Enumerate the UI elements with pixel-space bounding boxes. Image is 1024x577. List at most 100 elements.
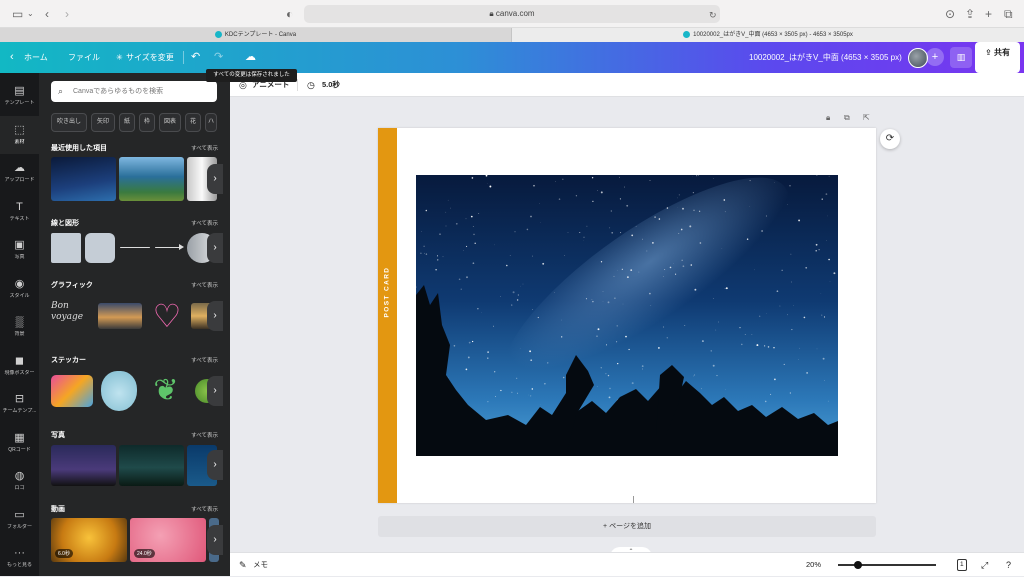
video-thumbnail-droplets[interactable]: 24.0秒	[130, 518, 206, 562]
search-input[interactable]: ⌕ Canvaであらゆるものを検索	[51, 81, 217, 102]
file-menu-button[interactable]: ファイル	[68, 42, 100, 73]
rail-item-elements[interactable]: ⬚素材	[0, 116, 39, 154]
photo-thumbnail-night[interactable]	[51, 445, 116, 486]
browser-tab-2[interactable]: 10020002_はがきV_中面 (4653 × 3505 px) - 4653…	[512, 28, 1024, 42]
category-chip[interactable]: ハ	[205, 113, 217, 132]
rail-item-background[interactable]: ▒背景	[0, 308, 39, 346]
lock-icon[interactable]: 🔒︎	[826, 113, 830, 123]
scroll-right-arrow[interactable]: ›	[207, 450, 223, 480]
see-all-shapes-link[interactable]: すべて表示	[191, 219, 218, 227]
rail-item-label: 素材	[0, 139, 39, 146]
star	[609, 228, 610, 229]
new-tab-icon[interactable]: +	[985, 7, 992, 21]
scroll-right-arrow[interactable]: ›	[207, 233, 223, 263]
category-chip[interactable]: 枠	[139, 113, 155, 132]
home-button[interactable]: ホーム	[24, 42, 48, 73]
graphic-sunset[interactable]	[98, 303, 142, 329]
star	[651, 305, 652, 306]
download-icon[interactable]: ⊙	[945, 7, 955, 21]
rail-item-logo[interactable]: ◍ロゴ	[0, 462, 39, 500]
postcard-label[interactable]: POST CARD	[384, 296, 391, 318]
shape-line[interactable]	[120, 247, 150, 248]
duration-button[interactable]: 5.0秒	[322, 73, 340, 97]
zoom-slider-knob[interactable]	[854, 561, 862, 569]
shape-square[interactable]	[51, 233, 81, 263]
star	[650, 180, 651, 181]
rail-item-team-template[interactable]: ⊟チームテンプ...	[0, 385, 39, 423]
zoom-slider[interactable]	[838, 564, 936, 566]
rail-item-folder[interactable]: ▭フォルダー	[0, 501, 39, 539]
address-bar[interactable]: 🔒︎ canva.com	[304, 5, 720, 23]
star	[701, 388, 702, 389]
page-count-button[interactable]: 1	[957, 559, 967, 571]
category-chip[interactable]: 矢印	[91, 113, 115, 132]
avatar[interactable]	[908, 48, 928, 68]
category-chip[interactable]: 図表	[159, 113, 181, 132]
category-chip[interactable]: 紙	[119, 113, 135, 132]
resize-button[interactable]: サイズを変更	[126, 42, 174, 73]
recent-thumbnail-starry-sky[interactable]	[51, 157, 116, 201]
rail-item-photo[interactable]: ▣写真	[0, 231, 39, 269]
photo-thumbnail-moon[interactable]	[119, 445, 184, 486]
rail-item-style[interactable]: ◉スタイル	[0, 270, 39, 308]
star	[530, 216, 532, 218]
see-all-photos-link[interactable]: すべて表示	[191, 431, 218, 439]
graphic-bon-voyage[interactable]: Bon voyage	[51, 301, 95, 331]
rail-item-upload[interactable]: ☁アップロード	[0, 154, 39, 192]
sticker-photos[interactable]	[51, 375, 93, 407]
see-all-videos-link[interactable]: すべて表示	[191, 505, 218, 513]
scroll-right-arrow[interactable]: ›	[207, 376, 223, 406]
star	[421, 231, 422, 232]
insights-icon[interactable]: ▥	[950, 47, 972, 68]
scroll-right-arrow[interactable]: ›	[207, 164, 223, 194]
video-thumbnail-flame[interactable]: 6.0秒	[51, 518, 127, 562]
star	[652, 242, 654, 244]
shape-rounded-square[interactable]	[85, 233, 115, 263]
category-chip[interactable]: 花	[185, 113, 201, 132]
add-page-icon[interactable]: ⇱	[863, 113, 870, 122]
tab-overview-icon[interactable]: ⧉	[1004, 7, 1013, 21]
undo-icon[interactable]: ↶	[191, 42, 200, 73]
scroll-right-arrow[interactable]: ›	[207, 525, 223, 555]
rail-item-app[interactable]: ◼現像ポスター	[0, 347, 39, 385]
category-chip[interactable]: 吹き出し	[51, 113, 87, 132]
fullscreen-icon[interactable]: ⤢	[981, 553, 988, 577]
add-page-button[interactable]: + ページを追加	[378, 516, 876, 537]
rail-item-text[interactable]: Tテキスト	[0, 193, 39, 231]
forward-icon[interactable]: ›	[65, 7, 69, 21]
star	[693, 192, 694, 193]
document-title[interactable]: 10020002_はがきV_中面 (4653 × 3505 px)	[749, 42, 902, 73]
sticker-ornament[interactable]	[101, 371, 137, 411]
see-all-recent-link[interactable]: すべて表示	[191, 144, 218, 152]
scroll-right-arrow[interactable]: ›	[207, 301, 223, 331]
share-page-icon[interactable]: ⇪	[965, 7, 975, 21]
zoom-level-label[interactable]: 20%	[806, 553, 821, 577]
notes-button[interactable]: メモ	[253, 553, 268, 577]
help-icon[interactable]: ?	[1006, 553, 1011, 577]
privacy-shield-icon[interactable]: ◐	[286, 7, 293, 21]
rail-item-qr-code[interactable]: ▦QRコード	[0, 424, 39, 462]
chevron-down-icon[interactable]: ⌄	[27, 7, 34, 21]
add-collaborator-icon[interactable]: +	[926, 48, 944, 66]
leaf-branch-icon[interactable]: ❦	[145, 371, 187, 411]
shape-arrow-line[interactable]	[155, 247, 181, 248]
postcard-stripe[interactable]: POST CARD	[378, 128, 397, 503]
rail-item-more[interactable]: ···もっと見る	[0, 539, 39, 577]
reload-icon[interactable]: ↻	[709, 8, 717, 22]
refresh-icon[interactable]: ⟳	[880, 129, 900, 149]
see-all-graphics-link[interactable]: すべて表示	[191, 281, 218, 289]
back-chevron-icon[interactable]: ‹	[10, 42, 14, 73]
rail-item-template[interactable]: ▤テンプレート	[0, 77, 39, 115]
star	[463, 250, 464, 251]
share-button[interactable]: ⇪ 共有	[975, 42, 1020, 73]
design-page[interactable]: POST CARD	[378, 128, 876, 503]
sidebar-toggle-icon[interactable]: ▭	[12, 7, 23, 21]
heart-icon[interactable]: ♡	[147, 299, 187, 333]
recent-thumbnail-landscape[interactable]	[119, 157, 184, 201]
star	[471, 216, 473, 218]
duplicate-page-icon[interactable]: ⧉	[844, 113, 850, 123]
see-all-stickers-link[interactable]: すべて表示	[191, 356, 218, 364]
back-icon[interactable]: ‹	[45, 7, 49, 21]
starry-sky-photo[interactable]	[416, 175, 838, 456]
browser-tab-1[interactable]: KDCテンプレート - Canva	[0, 28, 512, 42]
